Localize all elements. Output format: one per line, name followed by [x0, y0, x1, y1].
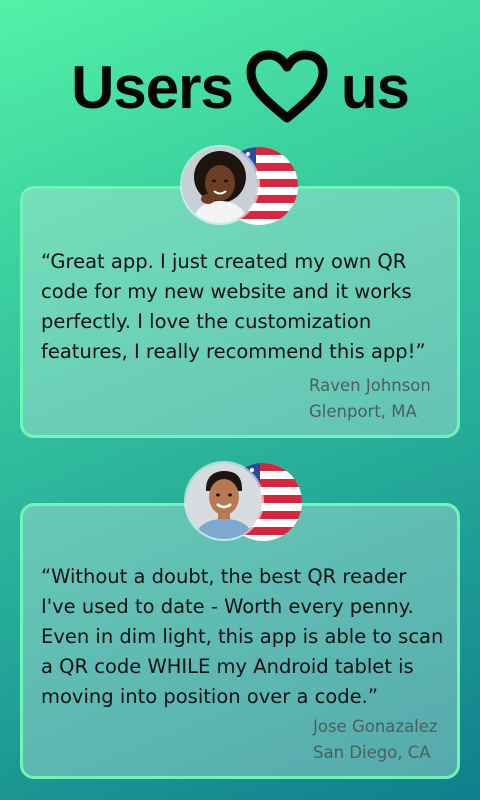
testimonial-avatar-group — [182, 147, 302, 225]
user-photo-woman — [182, 147, 258, 223]
testimonial-avatar-group — [186, 463, 306, 541]
testimonial-quote: “Great app. I just created my own QR cod… — [41, 250, 426, 363]
author-name: Raven Johnson — [309, 376, 431, 395]
testimonial-quote: “Without a doubt, the best QR reader I'v… — [41, 565, 444, 708]
author-location: Glenport, MA — [309, 402, 417, 421]
heart-outline-icon — [246, 50, 328, 123]
headline-word-users: Users — [71, 53, 234, 121]
author-name: Jose Gonazalez — [313, 717, 438, 736]
testimonial-author: Raven Johnson Glenport, MA — [309, 373, 431, 425]
testimonial-author: Jose Gonazalez San Diego, CA — [313, 714, 438, 766]
author-location: San Diego, CA — [313, 743, 431, 762]
headline-word-us: us — [340, 53, 410, 121]
testimonial-card: “Without a doubt, the best QR reader I'v… — [20, 503, 460, 779]
user-photo-man — [186, 463, 262, 539]
page-headline: Users us — [0, 50, 480, 123]
